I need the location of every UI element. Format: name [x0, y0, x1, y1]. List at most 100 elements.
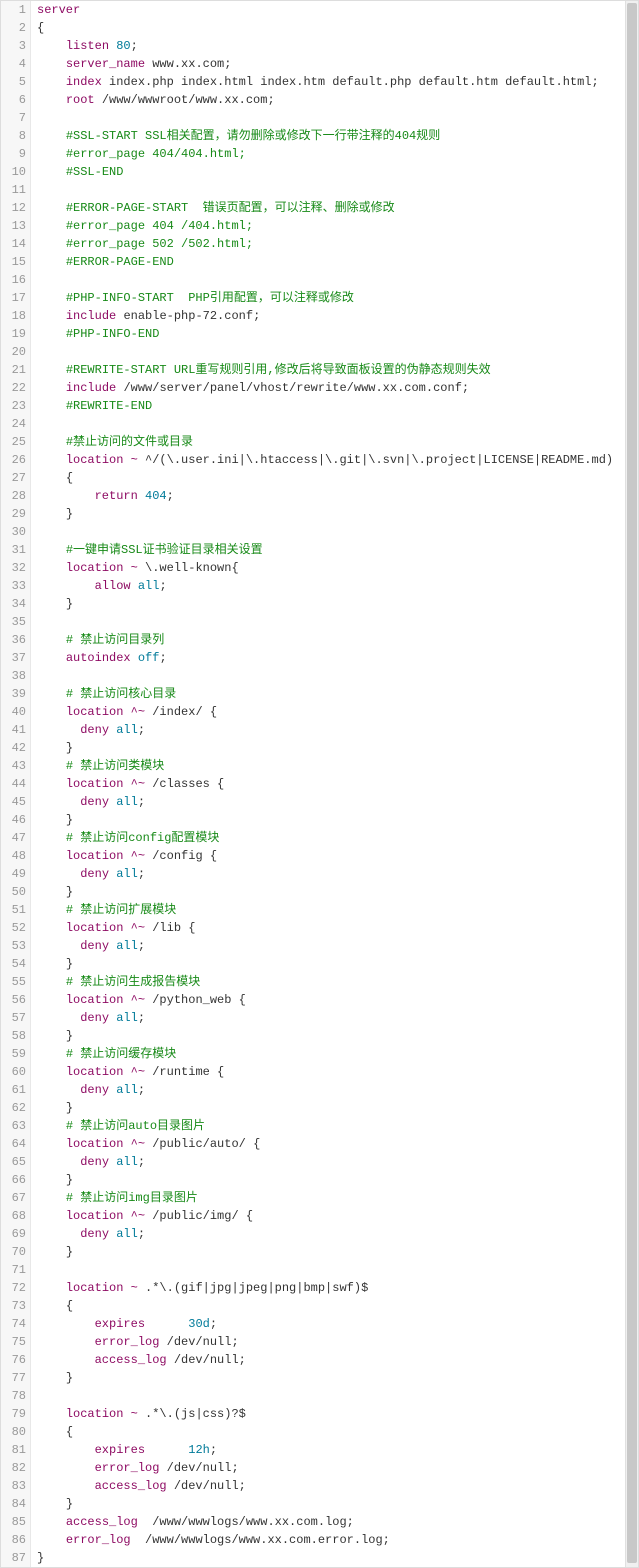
code-line[interactable]: 81 expires 12h;	[1, 1441, 638, 1459]
code-content[interactable]	[31, 415, 66, 433]
code-line[interactable]: 2{	[1, 19, 638, 37]
code-editor[interactable]: 1server2{3 listen 80;4 server_name www.x…	[0, 0, 639, 1568]
code-line[interactable]: 50 }	[1, 883, 638, 901]
code-content[interactable]: location ^~ /public/img/ {	[31, 1207, 253, 1225]
code-content[interactable]: location ~ ^/(\.user.ini|\.htaccess|\.gi…	[31, 451, 613, 469]
code-line[interactable]: 47 # 禁止访问config配置模块	[1, 829, 638, 847]
code-line[interactable]: 66 }	[1, 1171, 638, 1189]
code-line[interactable]: 23 #REWRITE-END	[1, 397, 638, 415]
code-line[interactable]: 35	[1, 613, 638, 631]
code-line[interactable]: 63 # 禁止访问auto目录图片	[1, 1117, 638, 1135]
code-content[interactable]: listen 80;	[31, 37, 138, 55]
code-line[interactable]: 20	[1, 343, 638, 361]
code-content[interactable]: error_log /www/wwwlogs/www.xx.com.error.…	[31, 1531, 390, 1549]
code-line[interactable]: 11	[1, 181, 638, 199]
code-content[interactable]: location ~ .*\.(js|css)?$	[31, 1405, 246, 1423]
code-content[interactable]	[31, 109, 66, 127]
code-content[interactable]: deny all;	[31, 1225, 145, 1243]
code-line[interactable]: 79 location ~ .*\.(js|css)?$	[1, 1405, 638, 1423]
code-content[interactable]: #REWRITE-END	[31, 397, 152, 415]
code-content[interactable]: }	[31, 1099, 73, 1117]
code-line[interactable]: 68 location ^~ /public/img/ {	[1, 1207, 638, 1225]
code-line[interactable]: 60 location ^~ /runtime {	[1, 1063, 638, 1081]
code-content[interactable]: allow all;	[31, 577, 167, 595]
code-content[interactable]: # 禁止访问类模块	[31, 757, 164, 775]
code-content[interactable]: # 禁止访问缓存模块	[31, 1045, 176, 1063]
code-line[interactable]: 9 #error_page 404/404.html;	[1, 145, 638, 163]
code-content[interactable]: deny all;	[31, 937, 145, 955]
code-line[interactable]: 44 location ^~ /classes {	[1, 775, 638, 793]
code-content[interactable]: #PHP-INFO-START PHP引用配置，可以注释或修改	[31, 289, 354, 307]
code-content[interactable]: # 禁止访问目录列	[31, 631, 164, 649]
code-line[interactable]: 17 #PHP-INFO-START PHP引用配置，可以注释或修改	[1, 289, 638, 307]
code-content[interactable]: server	[31, 1, 80, 19]
code-content[interactable]: #REWRITE-START URL重写规则引用,修改后将导致面板设置的伪静态规…	[31, 361, 491, 379]
code-content[interactable]: #SSL-END	[31, 163, 123, 181]
code-content[interactable]: # 禁止访问核心目录	[31, 685, 176, 703]
code-content[interactable]	[31, 613, 66, 631]
code-line[interactable]: 45 deny all;	[1, 793, 638, 811]
code-content[interactable]: #ERROR-PAGE-END	[31, 253, 174, 271]
code-content[interactable]: #error_page 404 /404.html;	[31, 217, 253, 235]
code-line[interactable]: 34 }	[1, 595, 638, 613]
code-line[interactable]: 30	[1, 523, 638, 541]
code-line[interactable]: 87}	[1, 1549, 638, 1567]
code-line[interactable]: 31 #一键申请SSL证书验证目录相关设置	[1, 541, 638, 559]
code-content[interactable]	[31, 1261, 66, 1279]
code-line[interactable]: 15 #ERROR-PAGE-END	[1, 253, 638, 271]
code-line[interactable]: 54 }	[1, 955, 638, 973]
code-line[interactable]: 70 }	[1, 1243, 638, 1261]
code-content[interactable]: access_log /dev/null;	[31, 1477, 246, 1495]
code-content[interactable]: deny all;	[31, 1153, 145, 1171]
code-line[interactable]: 12 #ERROR-PAGE-START 错误页配置，可以注释、删除或修改	[1, 199, 638, 217]
code-content[interactable]: return 404;	[31, 487, 174, 505]
code-content[interactable]: include enable-php-72.conf;	[31, 307, 260, 325]
code-content[interactable]: # 禁止访问config配置模块	[31, 829, 219, 847]
code-content[interactable]: root /www/wwwroot/www.xx.com;	[31, 91, 275, 109]
code-content[interactable]: deny all;	[31, 1009, 145, 1027]
code-line[interactable]: 85 access_log /www/wwwlogs/www.xx.com.lo…	[1, 1513, 638, 1531]
code-line[interactable]: 58 }	[1, 1027, 638, 1045]
code-content[interactable]: location ^~ /config {	[31, 847, 217, 865]
code-line[interactable]: 4 server_name www.xx.com;	[1, 55, 638, 73]
code-line[interactable]: 32 location ~ \.well-known{	[1, 559, 638, 577]
code-content[interactable]: index index.php index.html index.htm def…	[31, 73, 599, 91]
code-line[interactable]: 69 deny all;	[1, 1225, 638, 1243]
code-content[interactable]: deny all;	[31, 721, 145, 739]
code-content[interactable]: deny all;	[31, 1081, 145, 1099]
code-content[interactable]: }	[31, 595, 73, 613]
code-line[interactable]: 3 listen 80;	[1, 37, 638, 55]
code-content[interactable]: location ^~ /classes {	[31, 775, 224, 793]
code-content[interactable]: expires 30d;	[31, 1315, 217, 1333]
code-content[interactable]: #一键申请SSL证书验证目录相关设置	[31, 541, 263, 559]
code-content[interactable]: }	[31, 1243, 73, 1261]
code-content[interactable]: {	[31, 1423, 73, 1441]
code-line[interactable]: 77 }	[1, 1369, 638, 1387]
code-line[interactable]: 40 location ^~ /index/ {	[1, 703, 638, 721]
code-content[interactable]: }	[31, 1549, 44, 1567]
code-content[interactable]: }	[31, 1369, 73, 1387]
code-line[interactable]: 49 deny all;	[1, 865, 638, 883]
code-line[interactable]: 36 # 禁止访问目录列	[1, 631, 638, 649]
code-content[interactable]	[31, 343, 66, 361]
code-content[interactable]: #error_page 502 /502.html;	[31, 235, 253, 253]
code-line[interactable]: 26 location ~ ^/(\.user.ini|\.htaccess|\…	[1, 451, 638, 469]
code-line[interactable]: 29 }	[1, 505, 638, 523]
code-line[interactable]: 24	[1, 415, 638, 433]
code-line[interactable]: 76 access_log /dev/null;	[1, 1351, 638, 1369]
code-line[interactable]: 52 location ^~ /lib {	[1, 919, 638, 937]
scrollbar-thumb[interactable]	[627, 3, 637, 1563]
code-content[interactable]: }	[31, 1171, 73, 1189]
code-line[interactable]: 43 # 禁止访问类模块	[1, 757, 638, 775]
code-content[interactable]: location ^~ /lib {	[31, 919, 195, 937]
code-content[interactable]: }	[31, 1027, 73, 1045]
code-line[interactable]: 62 }	[1, 1099, 638, 1117]
code-line[interactable]: 46 }	[1, 811, 638, 829]
code-content[interactable]: }	[31, 505, 73, 523]
code-content[interactable]: # 禁止访问生成报告模块	[31, 973, 200, 991]
code-content[interactable]	[31, 1387, 66, 1405]
code-content[interactable]: location ^~ /runtime {	[31, 1063, 224, 1081]
code-line[interactable]: 78	[1, 1387, 638, 1405]
code-content[interactable]	[31, 667, 66, 685]
code-line[interactable]: 19 #PHP-INFO-END	[1, 325, 638, 343]
